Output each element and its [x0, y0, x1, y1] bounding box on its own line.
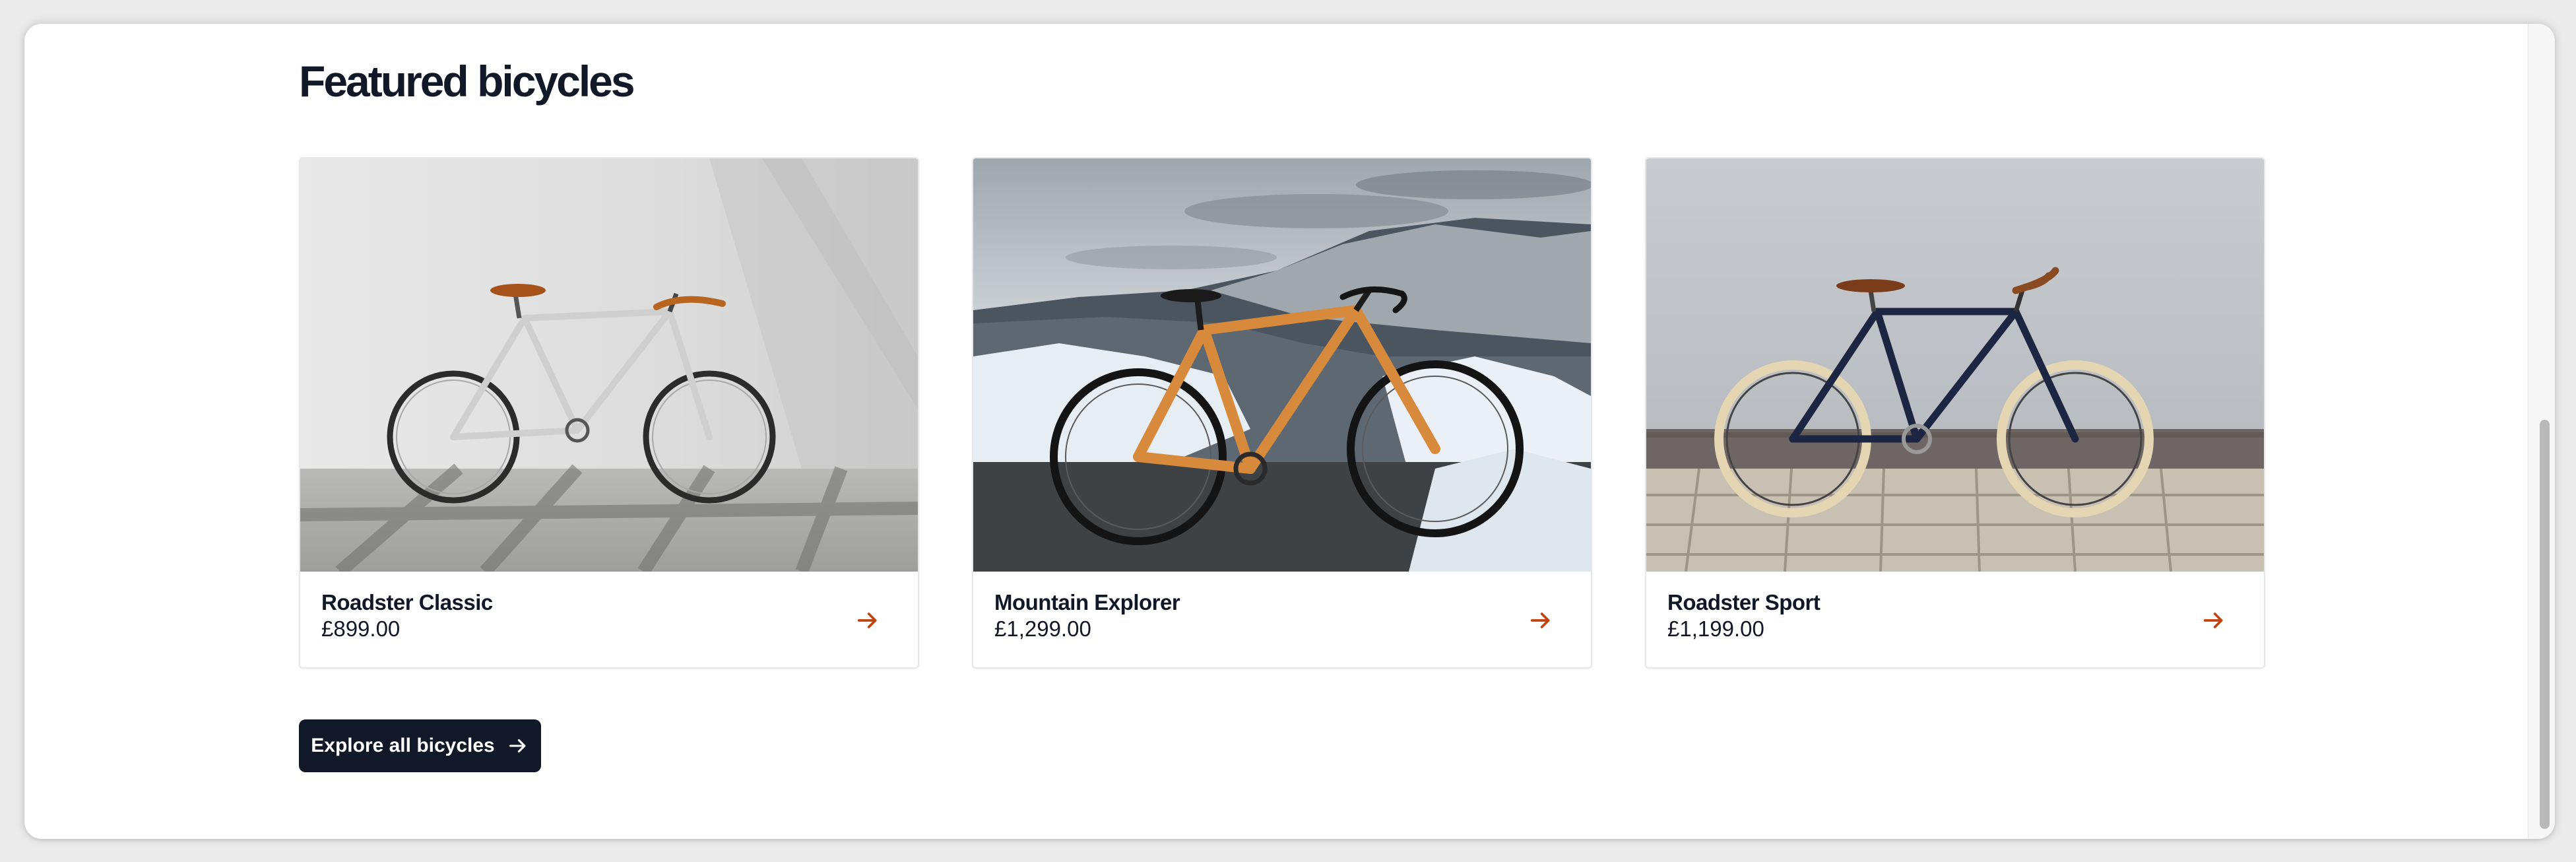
- product-name: Roadster Sport: [1667, 590, 1820, 614]
- product-image-roadster-classic[interactable]: [300, 158, 918, 572]
- product-card-roadster-sport[interactable]: Roadster Sport £1,199.00: [1645, 157, 2265, 669]
- product-image-mountain-explorer[interactable]: [973, 158, 1591, 572]
- product-price: £1,199.00: [1667, 616, 1764, 641]
- arrow-right-icon[interactable]: [1528, 607, 1554, 634]
- product-price: £899.00: [321, 616, 401, 641]
- explore-button-label: Explore all bicycles: [311, 735, 495, 756]
- arrow-right-icon: [509, 739, 526, 753]
- arrow-right-icon[interactable]: [2201, 607, 2227, 634]
- product-card-roadster-classic[interactable]: Roadster Classic £899.00: [299, 157, 919, 669]
- section-title: Featured bicycles: [299, 57, 635, 106]
- arrow-right-icon[interactable]: [854, 607, 881, 634]
- product-name: Mountain Explorer: [994, 590, 1180, 614]
- product-name: Roadster Classic: [321, 590, 493, 614]
- explore-all-bicycles-button[interactable]: Explore all bicycles: [299, 719, 541, 772]
- product-image-roadster-sport[interactable]: [1646, 158, 2264, 572]
- scrollbar-thumb[interactable]: [2540, 420, 2550, 829]
- scrollbar[interactable]: [2528, 24, 2555, 839]
- browser-viewport: Featured bicycles Roadster Classic £899.…: [24, 24, 2555, 839]
- product-price: £1,299.00: [994, 616, 1091, 641]
- product-card-mountain-explorer[interactable]: Mountain Explorer £1,299.00: [972, 157, 1592, 669]
